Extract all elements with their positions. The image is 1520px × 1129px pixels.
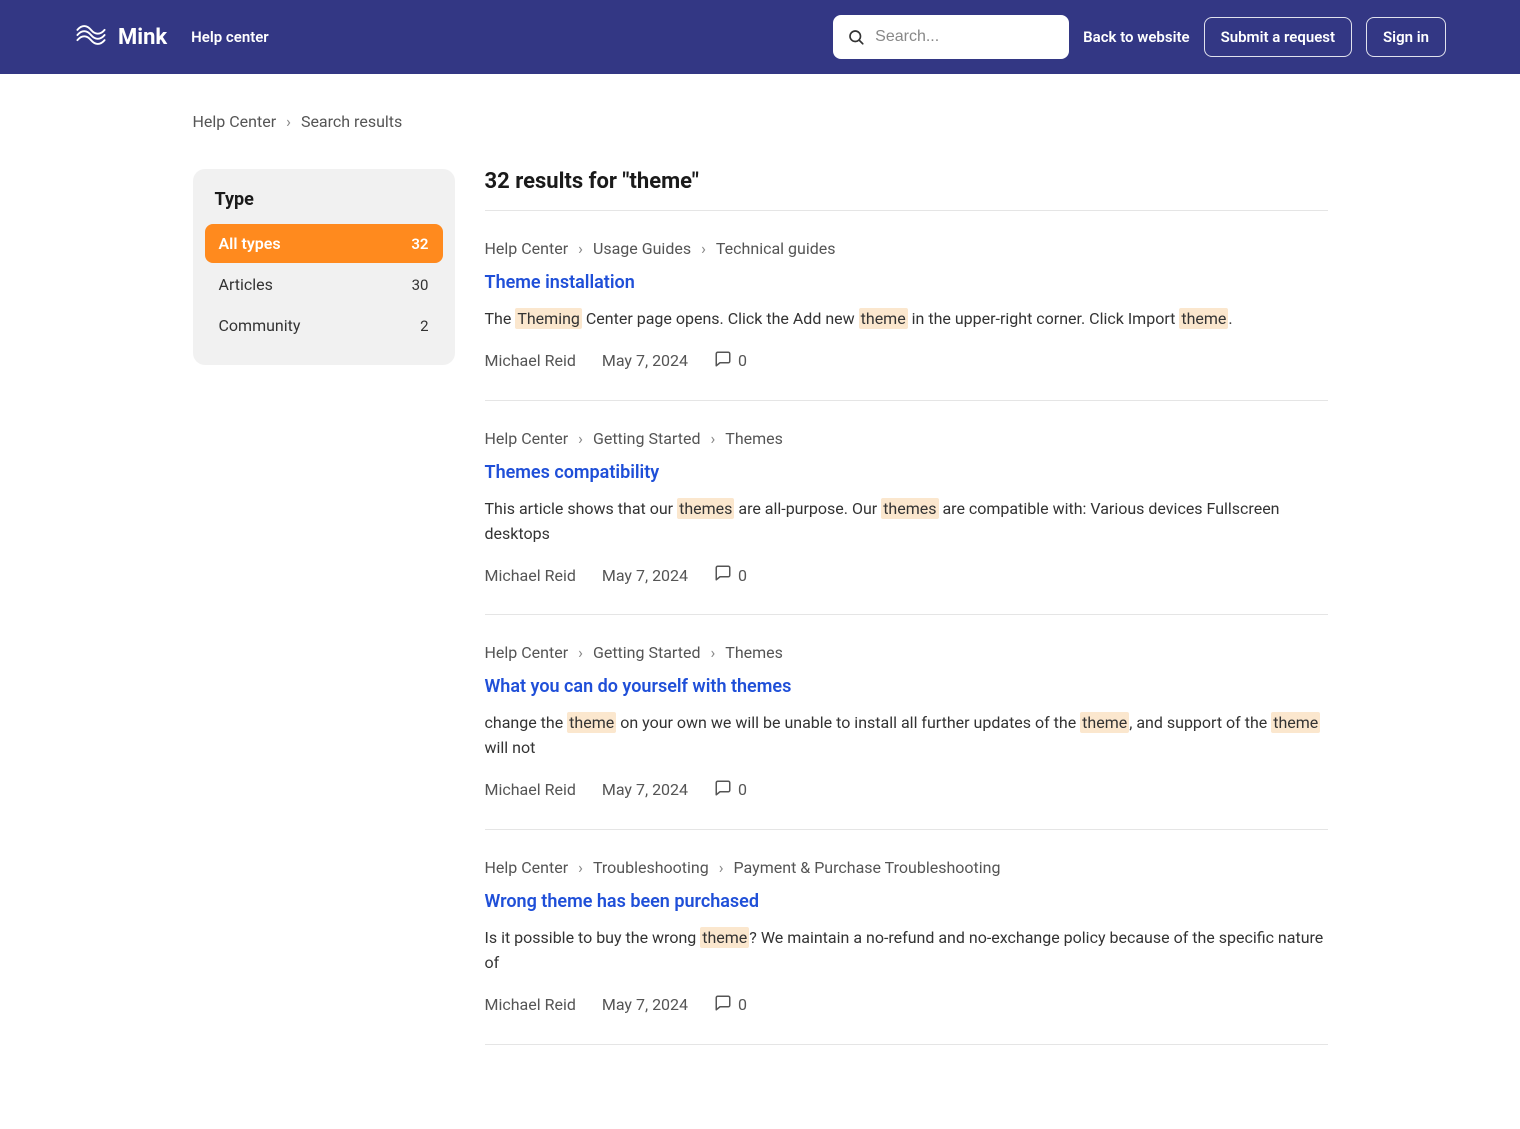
chevron-right-icon: › (710, 643, 715, 662)
result-breadcrumb: Help Center › Getting Started › Themes (485, 429, 1328, 448)
result-date: May 7, 2024 (602, 566, 688, 585)
result-breadcrumb-link[interactable]: Technical guides (716, 239, 836, 258)
result-breadcrumb-link[interactable]: Usage Guides (593, 239, 691, 258)
result-meta: Michael Reid May 7, 2024 0 (485, 994, 1328, 1016)
comment-count: 0 (738, 566, 747, 585)
result-comments: 0 (714, 994, 747, 1016)
chevron-right-icon: › (719, 858, 724, 877)
brand-logo-icon (74, 18, 108, 56)
brand-name[interactable]: Mink (118, 25, 167, 50)
comment-icon (714, 350, 732, 372)
filter-label: Community (219, 316, 301, 335)
filter-count: 32 (411, 235, 428, 253)
results-heading: 32 results for "theme" (485, 169, 1328, 194)
result-breadcrumb-link[interactable]: Payment & Purchase Troubleshooting (734, 858, 1001, 877)
result-title-link[interactable]: Themes compatibility (485, 462, 660, 483)
result-breadcrumb-link[interactable]: Troubleshooting (593, 858, 709, 877)
result-snippet: The Theming Center page opens. Click the… (485, 307, 1328, 332)
filter-count: 30 (412, 276, 429, 294)
help-center-link[interactable]: Help center (191, 28, 269, 46)
result-meta: Michael Reid May 7, 2024 0 (485, 350, 1328, 372)
filter-label: Articles (219, 275, 273, 294)
chevron-right-icon: › (578, 858, 583, 877)
chevron-right-icon: › (710, 429, 715, 448)
result-meta: Michael Reid May 7, 2024 0 (485, 564, 1328, 586)
result-breadcrumb-link[interactable]: Help Center (485, 429, 569, 448)
result-breadcrumb-link[interactable]: Help Center (485, 643, 569, 662)
result-breadcrumb: Help Center › Troubleshooting › Payment & Pu… (485, 858, 1328, 877)
filter-label: All types (219, 234, 281, 253)
comment-count: 0 (738, 351, 747, 370)
comment-count: 0 (738, 995, 747, 1014)
result-snippet: This article shows that our themes are a… (485, 497, 1328, 547)
result-comments: 0 (714, 779, 747, 801)
back-to-website-link[interactable]: Back to website (1083, 28, 1189, 46)
result-author: Michael Reid (485, 780, 576, 799)
chevron-right-icon: › (286, 112, 291, 131)
site-header: Mink Help center Back to website Submit … (0, 0, 1520, 74)
result-snippet: change the theme on your own we will be … (485, 711, 1328, 761)
comment-count: 0 (738, 780, 747, 799)
filter-item[interactable]: Articles 30 (205, 265, 443, 304)
filter-title: Type (215, 189, 433, 210)
submit-request-button[interactable]: Submit a request (1204, 17, 1352, 57)
result-title-link[interactable]: What you can do yourself with themes (485, 676, 792, 697)
search-result: Help Center › Getting Started › Themes What y… (485, 615, 1328, 830)
breadcrumb-root[interactable]: Help Center (193, 112, 277, 131)
filter-count: 2 (420, 317, 428, 335)
result-meta: Michael Reid May 7, 2024 0 (485, 779, 1328, 801)
result-comments: 0 (714, 350, 747, 372)
result-breadcrumb: Help Center › Getting Started › Themes (485, 643, 1328, 662)
result-author: Michael Reid (485, 566, 576, 585)
filter-sidebar: Type All types 32 Articles 30 Community 2 (193, 169, 455, 365)
result-breadcrumb: Help Center › Usage Guides › Technical guide… (485, 239, 1328, 258)
chevron-right-icon: › (578, 429, 583, 448)
breadcrumb-current: Search results (301, 112, 402, 131)
result-breadcrumb-link[interactable]: Getting Started (593, 643, 701, 662)
breadcrumb: Help Center › Search results (193, 112, 1328, 131)
comment-icon (714, 994, 732, 1016)
result-date: May 7, 2024 (602, 351, 688, 370)
result-comments: 0 (714, 564, 747, 586)
result-date: May 7, 2024 (602, 780, 688, 799)
search-input[interactable] (833, 15, 1069, 59)
comment-icon (714, 564, 732, 586)
search-result: Help Center › Usage Guides › Technical guide… (485, 211, 1328, 401)
filter-item[interactable]: Community 2 (205, 306, 443, 345)
results-main: 32 results for "theme" Help Center › Usage… (485, 169, 1328, 1045)
chevron-right-icon: › (578, 643, 583, 662)
comment-icon (714, 779, 732, 801)
result-title-link[interactable]: Wrong theme has been purchased (485, 891, 760, 912)
result-snippet: Is it possible to buy the wrong theme? W… (485, 926, 1328, 976)
chevron-right-icon: › (578, 239, 583, 258)
brand: Mink Help center (74, 18, 269, 56)
result-breadcrumb-link[interactable]: Getting Started (593, 429, 701, 448)
result-breadcrumb-link[interactable]: Themes (725, 643, 783, 662)
filter-item[interactable]: All types 32 (205, 224, 443, 263)
result-breadcrumb-link[interactable]: Themes (725, 429, 783, 448)
search-result: Help Center › Troubleshooting › Payment & Pu… (485, 830, 1328, 1045)
search-result: Help Center › Getting Started › Themes Themes… (485, 401, 1328, 616)
result-title-link[interactable]: Theme installation (485, 272, 635, 293)
result-author: Michael Reid (485, 351, 576, 370)
result-date: May 7, 2024 (602, 995, 688, 1014)
header-search (833, 15, 1069, 59)
result-breadcrumb-link[interactable]: Help Center (485, 239, 569, 258)
result-breadcrumb-link[interactable]: Help Center (485, 858, 569, 877)
chevron-right-icon: › (701, 239, 706, 258)
result-author: Michael Reid (485, 995, 576, 1014)
sign-in-button[interactable]: Sign in (1366, 17, 1446, 57)
